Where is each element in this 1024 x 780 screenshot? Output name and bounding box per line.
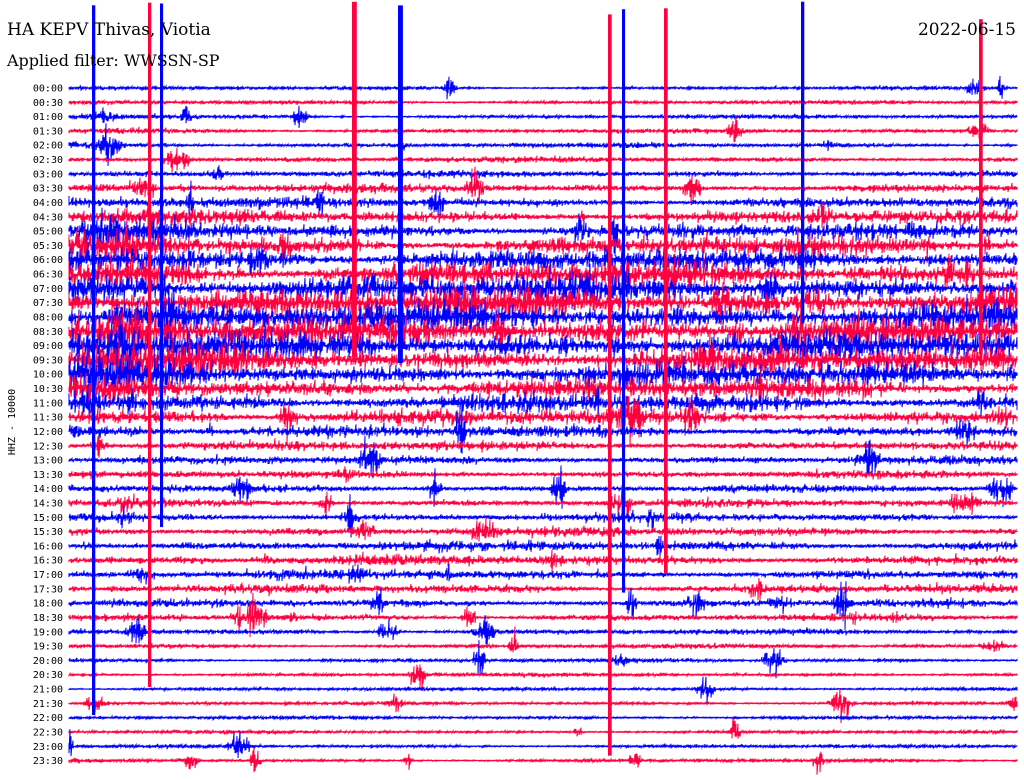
spike-mark	[622, 9, 626, 593]
spike-mark	[801, 1, 805, 324]
time-label: 19:00	[33, 627, 63, 638]
trace-row-1530	[68, 517, 1018, 542]
time-label: 03:00	[33, 169, 63, 180]
trace-row-1600	[68, 535, 1018, 557]
time-label: 12:30	[33, 441, 63, 452]
time-label: 01:00	[33, 112, 63, 123]
spike-mark	[608, 14, 612, 756]
record-date: 2022-06-15	[917, 20, 1016, 40]
spike-mark	[160, 3, 164, 528]
time-label: 08:00	[33, 313, 63, 324]
filter-label: Applied filter: WWSSN-SP	[7, 51, 220, 70]
time-label: 16:30	[33, 556, 63, 567]
trace-row-2300	[68, 729, 1018, 759]
trace-row-2030	[68, 664, 1018, 692]
trace-row-2200	[68, 713, 1018, 722]
time-label: 14:30	[33, 499, 63, 510]
time-label: 13:30	[33, 470, 63, 481]
time-label: 03:30	[33, 184, 63, 195]
time-label: 20:00	[33, 656, 63, 667]
time-label: 17:30	[33, 584, 63, 595]
spike-mark	[398, 5, 403, 364]
time-label: 21:00	[33, 685, 63, 696]
time-label: 13:00	[33, 456, 63, 467]
trace-row-0130	[68, 115, 1018, 143]
trace-group	[68, 1, 1018, 775]
time-label: 01:30	[33, 126, 63, 137]
time-label: 09:00	[33, 341, 63, 352]
trace-row-2330	[68, 747, 1018, 775]
time-label: 00:00	[33, 84, 63, 95]
time-label: 04:00	[33, 198, 63, 209]
trace-row-0000	[68, 75, 1018, 100]
time-label: 12:00	[33, 427, 63, 438]
spike-mark	[664, 8, 668, 574]
time-label: 14:00	[33, 484, 63, 495]
trace-row-1730	[68, 577, 1018, 601]
time-label: 02:30	[33, 155, 63, 166]
time-label: 08:30	[33, 327, 63, 338]
time-label: 15:00	[33, 513, 63, 524]
trace-row-0030	[68, 98, 1018, 107]
time-label: 22:00	[33, 713, 63, 724]
time-label: 18:30	[33, 613, 63, 624]
trace-row-0230	[68, 147, 1018, 173]
time-label: 11:00	[33, 398, 63, 409]
time-label-group: 00:00 00:30 01:00 01:30 02:00 02:30 03:00 03:30…	[33, 84, 63, 768]
time-label: 20:30	[33, 670, 63, 681]
trace-row-2230	[68, 717, 1018, 739]
trace-row-2100	[68, 676, 1018, 704]
time-label: 02:00	[33, 141, 63, 152]
time-label: 17:00	[33, 570, 63, 581]
trace-row-1630	[68, 549, 1018, 572]
time-label: 19:30	[33, 642, 63, 653]
station-title: HA KEPV Thivas, Viotia	[7, 20, 211, 40]
time-label: 10:30	[33, 384, 63, 395]
trace-row-0100	[68, 105, 1018, 128]
time-label: 06:00	[33, 255, 63, 266]
time-label: 18:00	[33, 599, 63, 610]
spike-mark	[979, 19, 983, 355]
seismogram-chart: 00:00 00:30 01:00 01:30 02:00 02:30 03:00 03:30…	[33, 1, 1018, 775]
time-label: 00:30	[33, 98, 63, 109]
spike-mark	[352, 1, 357, 358]
time-label: 22:30	[33, 728, 63, 739]
time-label: 04:30	[33, 212, 63, 223]
trace-row-1700	[68, 563, 1018, 585]
time-label: 05:30	[33, 241, 63, 252]
time-label: 23:00	[33, 742, 63, 753]
time-label: 05:00	[33, 227, 63, 238]
time-label: 10:00	[33, 370, 63, 381]
time-label: 15:30	[33, 527, 63, 538]
time-label: 23:30	[33, 756, 63, 767]
trace-row-0300	[68, 165, 1018, 181]
time-label: 11:30	[33, 413, 63, 424]
time-label: 06:30	[33, 270, 63, 281]
spike-mark	[92, 5, 96, 716]
time-label: 16:00	[33, 541, 63, 552]
time-label: 07:00	[33, 284, 63, 295]
time-label: 09:30	[33, 355, 63, 366]
time-label: 07:30	[33, 298, 63, 309]
time-label: 21:30	[33, 699, 63, 710]
spike-mark	[148, 2, 152, 687]
